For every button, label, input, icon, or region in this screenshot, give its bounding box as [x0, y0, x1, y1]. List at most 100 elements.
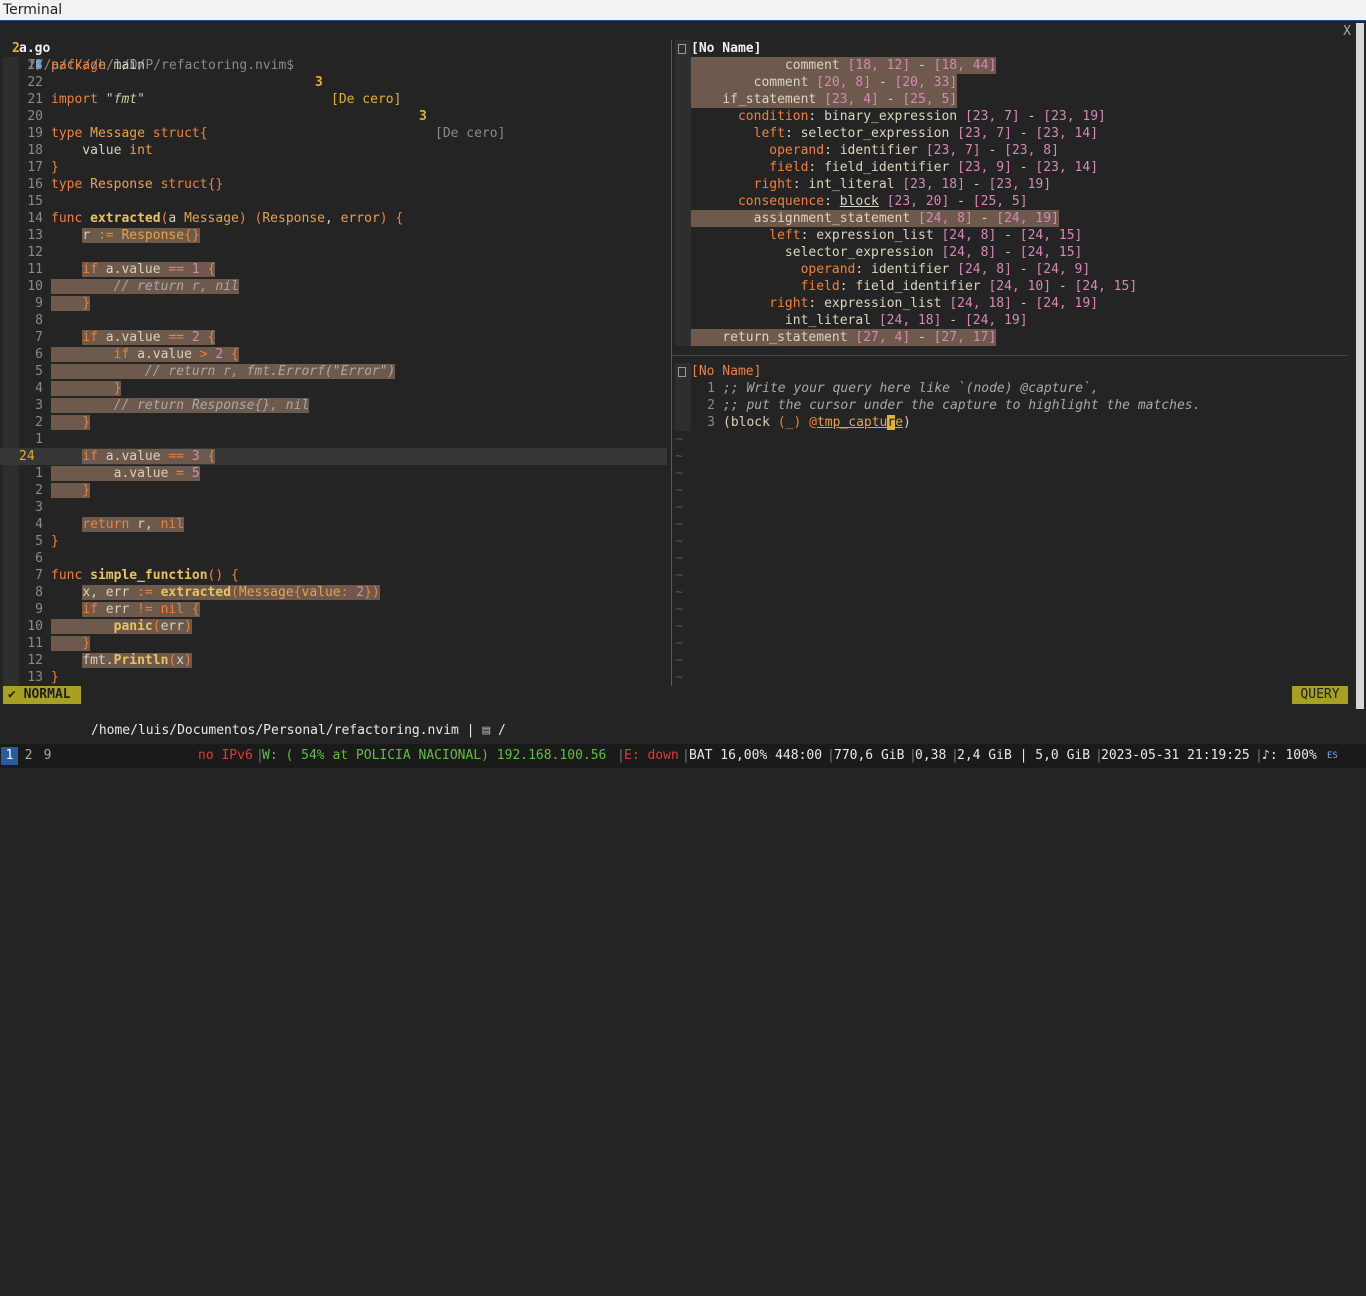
tree-node-line[interactable]: operand: identifier [24, 8] - [24, 9] — [691, 261, 1091, 278]
tilde-marker: ~ — [675, 602, 683, 617]
code-line[interactable]: 6 — [0, 550, 667, 567]
workspace-2-button[interactable]: 2 — [20, 747, 37, 765]
tree-node-line[interactable]: if_statement [23, 4] - [25, 5] — [691, 91, 958, 108]
code-line[interactable]: 23 package main — [0, 57, 667, 74]
tree-node-line[interactable]: right: expression_list [24, 18] - [24, 1… — [691, 295, 1098, 312]
code-line[interactable]: 16 type Response struct{} — [0, 176, 667, 193]
query-line[interactable]: 1 ;; Write your query here like `(node) @… — [691, 380, 1099, 397]
code-line[interactable]: 22 — [0, 74, 667, 91]
vertical-split-divider[interactable] — [671, 40, 672, 686]
code-line[interactable]: 8 — [0, 312, 667, 329]
code-line[interactable]: 10 // return r, nil — [0, 278, 667, 295]
code-line[interactable]: 7 func simple_function() { — [0, 567, 667, 584]
tilde-marker: ~ — [675, 517, 683, 532]
terminal-scrollbar[interactable] — [1356, 23, 1364, 709]
tree-node-line[interactable]: field: field_identifier [24, 10] - [24, … — [691, 278, 1138, 295]
code-line[interactable]: 15 — [0, 193, 667, 210]
code-line[interactable]: 17} — [0, 159, 667, 176]
code-line[interactable]: 9 } — [0, 295, 667, 312]
code-token — [51, 636, 83, 651]
code-token: a.value — [51, 466, 177, 481]
code-line[interactable]: 24 if a.value == 3 { — [0, 448, 667, 465]
code-line[interactable]: 10 panic(err) — [0, 618, 667, 635]
code-token: {} — [184, 228, 200, 243]
code-token: { — [207, 262, 216, 277]
code-line[interactable]: 3 — [0, 499, 667, 516]
code-token: Response — [121, 228, 185, 243]
code-token: field_identifier — [824, 160, 950, 175]
tree-node-line[interactable]: field: field_identifier [23, 9] - [23, 1… — [691, 159, 1098, 176]
tree-node-line[interactable]: consequence: block [23, 20] - [25, 5] — [691, 193, 1028, 210]
code-line[interactable]: 1 — [0, 431, 667, 448]
code-token: a.value — [129, 347, 200, 362]
line-number: 8 — [35, 313, 43, 328]
tree-node-line[interactable]: comment [20, 8] - [20, 33] — [691, 74, 958, 91]
code-line[interactable]: 13 r := Response{} — [0, 227, 667, 244]
workspace-9-button[interactable]: 9 — [39, 747, 56, 765]
code-token: if_statement — [722, 92, 817, 107]
code-line[interactable]: 11 if a.value == 1 { — [0, 261, 667, 278]
horizontal-split-divider[interactable] — [672, 355, 1348, 356]
code-token: Response — [90, 177, 153, 192]
code-line[interactable]: 2 } — [0, 414, 667, 431]
code-line[interactable]: 12 fmt.Println(x) — [0, 652, 667, 669]
code-line[interactable]: 18 value int — [0, 142, 667, 159]
tabline: 2 f//a/f///h/l/D/P/refactoring.nvim$ 3 [… — [0, 23, 1366, 141]
tree-node-line[interactable]: selector_expression [24, 8] - [24, 15] — [691, 244, 1082, 261]
code-token: - — [941, 313, 965, 328]
code-token: }) — [364, 585, 380, 600]
code-line[interactable]: 7 if a.value == 2 { — [0, 329, 667, 346]
code-line[interactable]: 9 if err != nil { — [0, 601, 667, 618]
code-token: ) — [379, 211, 388, 226]
code-line[interactable]: 3 // return Response{}, nil — [0, 397, 667, 414]
code-line[interactable]: 6 if a.value > 2 { — [0, 346, 667, 363]
code-line[interactable]: 12 — [0, 244, 667, 261]
tree-node-line[interactable]: assignment_statement [24, 8] - [24, 19] — [691, 210, 1059, 227]
editor-window-left[interactable]: a.go 23 package main 22 21 import "fmt" 20 19 t… — [0, 40, 670, 686]
code-line[interactable]: 20 — [0, 108, 667, 125]
code-line[interactable]: 13} — [0, 669, 667, 686]
code-token: := — [137, 585, 153, 600]
code-token: - — [964, 177, 989, 192]
code-text: } — [51, 414, 91, 431]
code-token: [24, 8] — [941, 228, 997, 243]
code-line[interactable]: 5 // return r, fmt.Errorf("Error") — [0, 363, 667, 380]
tree-node-line[interactable]: return_statement [27, 4] - [27, 17] — [691, 329, 997, 346]
tree-node-line[interactable]: comment [18, 12] - [18, 44] — [691, 57, 997, 74]
code-token: 1 — [191, 262, 200, 277]
code-line[interactable]: 19 type Message struct{ — [0, 125, 667, 142]
tree-node-line[interactable]: left: expression_list [24, 8] - [24, 15] — [691, 227, 1082, 244]
code-line[interactable]: 8 x, err := extracted(Message{value: 2}) — [0, 584, 667, 601]
code-text: type Response struct{} — [51, 176, 223, 193]
tree-node-line[interactable]: int_literal [24, 18] - [24, 19] — [691, 312, 1028, 329]
code-line[interactable]: 4 return r, nil — [0, 516, 667, 533]
code-line[interactable]: 5} — [0, 533, 667, 550]
query-indicator: QUERY — [1292, 686, 1348, 704]
code-line[interactable]: 21 import "fmt" — [0, 91, 667, 108]
close-tab-button[interactable]: X — [1343, 23, 1351, 40]
code-token: // return Response{}, nil — [113, 398, 310, 413]
load-status: 0,38 — [915, 748, 947, 763]
code-token: x, err — [82, 585, 138, 600]
line-number: 10 — [27, 619, 43, 634]
code-token: fmt. — [82, 653, 114, 668]
code-line[interactable]: 14 func extracted(a Message) (Response, e… — [0, 210, 667, 227]
code-line[interactable]: 1 a.value = 5 — [0, 465, 667, 482]
workspace-1-button[interactable]: 1 — [1, 747, 18, 765]
query-line[interactable]: 2 ;; put the cursor under the capture to … — [691, 397, 1200, 414]
sign-column — [675, 329, 691, 346]
tree-node-line[interactable]: right: int_literal [23, 18] - [23, 19] — [691, 176, 1051, 193]
tree-node-line[interactable]: operand: identifier [23, 7] - [23, 8] — [691, 142, 1059, 159]
query-line[interactable]: 3 (block (_) @tmp_capture) — [691, 414, 911, 431]
tree-node-line[interactable]: condition: binary_expression [23, 7] - [… — [691, 108, 1106, 125]
code-line[interactable]: 2 } — [0, 482, 667, 499]
tree-node-line[interactable]: left: selector_expression [23, 7] - [23,… — [691, 125, 1098, 142]
line-number: 21 — [27, 92, 43, 107]
code-line[interactable]: 4 } — [0, 380, 667, 397]
code-line[interactable]: 11 } — [0, 635, 667, 652]
